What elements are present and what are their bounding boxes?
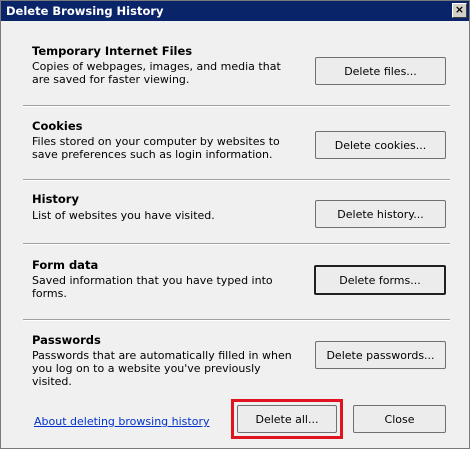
delete-passwords-button[interactable]: Delete passwords... <box>315 341 446 369</box>
separator <box>23 105 450 107</box>
delete-forms-button[interactable]: Delete forms... <box>314 265 446 295</box>
delete-history-button[interactable]: Delete history... <box>315 200 446 228</box>
title-bar[interactable]: Delete Browsing History × <box>1 1 469 21</box>
close-button[interactable]: Close <box>353 405 446 433</box>
separator <box>23 243 450 245</box>
section-title: Form data <box>32 258 99 272</box>
section-title: Temporary Internet Files <box>32 44 193 58</box>
delete-browsing-history-dialog: Delete Browsing History × Temporary Inte… <box>0 0 470 449</box>
section-title: Cookies <box>32 119 83 133</box>
highlight-box <box>231 399 343 439</box>
dialog-title: Delete Browsing History <box>6 4 164 18</box>
section-title: History <box>32 192 79 206</box>
separator <box>23 319 450 321</box>
section-description: Saved information that you have typed in… <box>32 274 273 300</box>
section-description: List of websites you have visited. <box>32 209 215 222</box>
section-title: Passwords <box>32 333 101 347</box>
close-icon[interactable]: × <box>452 3 467 18</box>
section-description: Copies of webpages, images, and media th… <box>32 60 281 86</box>
section-description: Passwords that are automatically filled … <box>32 349 292 388</box>
delete-files-button[interactable]: Delete files... <box>315 57 446 85</box>
about-deleting-browsing-history-link[interactable]: About deleting browsing history <box>34 415 209 428</box>
separator <box>23 179 450 181</box>
delete-cookies-button[interactable]: Delete cookies... <box>315 131 446 159</box>
section-description: Files stored on your computer by website… <box>32 135 280 161</box>
